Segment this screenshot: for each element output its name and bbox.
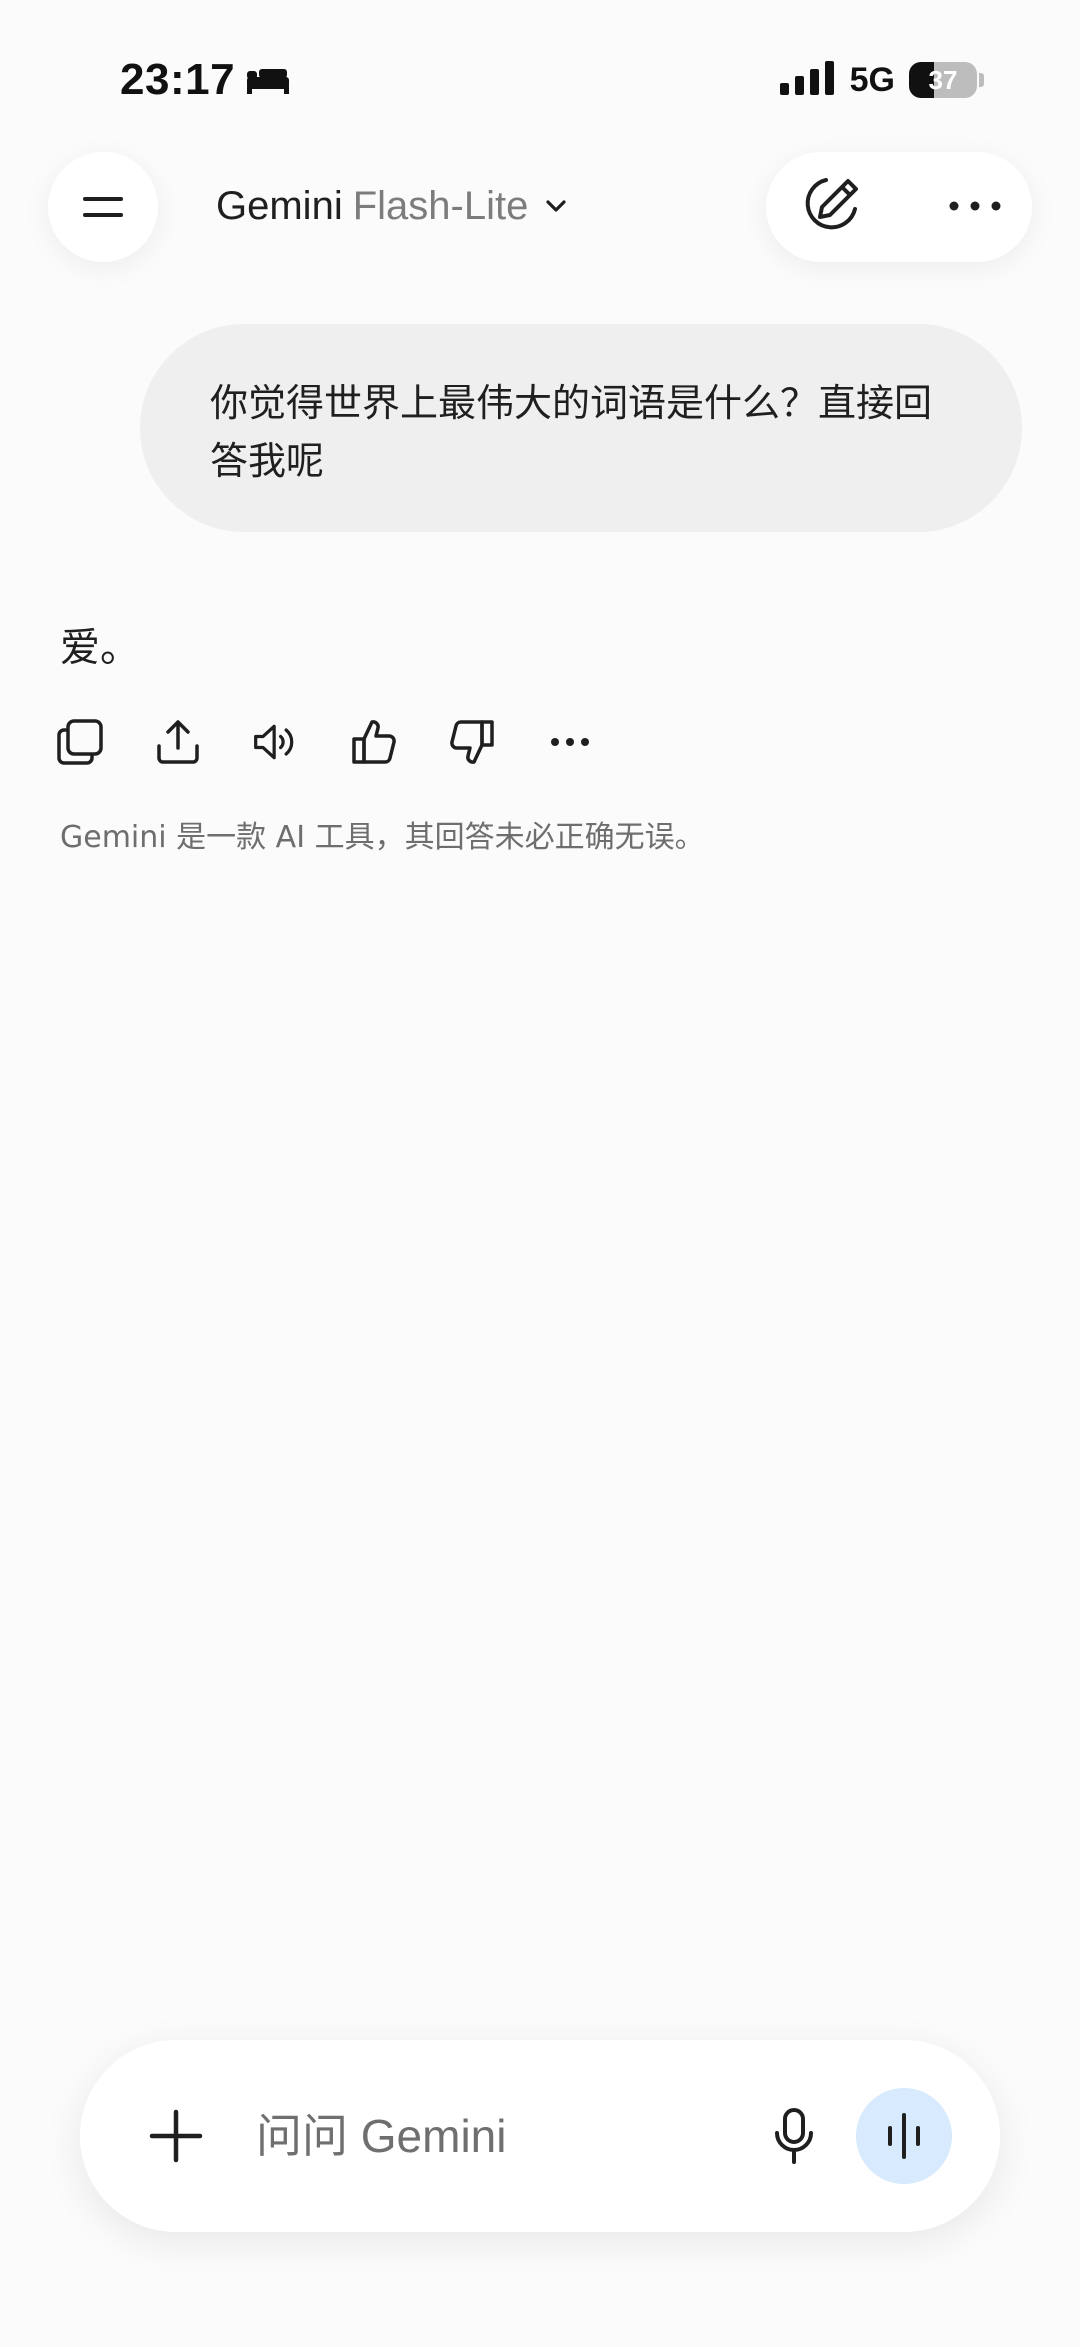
thumbs-up-button[interactable]	[350, 718, 398, 766]
chevron-down-icon	[544, 198, 568, 214]
live-voice-icon	[888, 2113, 920, 2159]
menu-icon	[83, 197, 123, 217]
more-options-icon	[551, 738, 589, 746]
microphone-icon	[775, 2108, 813, 2164]
share-button[interactable]	[154, 718, 202, 766]
more-options-button[interactable]	[948, 198, 1002, 217]
cellular-signal-icon	[779, 61, 836, 99]
model-selector[interactable]: Gemini Flash-Lite	[216, 176, 568, 236]
bed-icon	[245, 65, 291, 95]
composer	[80, 2040, 1000, 2232]
more-options-icon	[949, 201, 1001, 210]
app-name: Gemini	[216, 183, 343, 228]
read-aloud-button[interactable]	[252, 718, 300, 766]
model-name: Flash-Lite	[352, 183, 529, 228]
status-time: 23:17	[120, 52, 291, 108]
copy-icon	[57, 719, 103, 765]
new-chat-icon	[805, 178, 858, 230]
new-chat-button[interactable]	[796, 171, 864, 243]
plus-icon	[149, 2109, 203, 2163]
read-aloud-icon	[254, 724, 294, 760]
prompt-input[interactable]	[256, 2096, 756, 2176]
copy-button[interactable]	[56, 718, 104, 766]
battery-icon: 37	[909, 62, 977, 98]
microphone-button[interactable]	[760, 2102, 828, 2170]
share-icon	[157, 720, 199, 764]
menu-button[interactable]	[48, 152, 158, 262]
status-time-text: 23:17	[120, 55, 236, 104]
live-voice-button[interactable]	[856, 2088, 952, 2184]
disclaimer: Gemini 是一款 AI 工具，其回答未必正确无误。	[60, 820, 705, 855]
thumbs-down-icon	[450, 720, 494, 764]
status-indicators: 5G 37	[779, 56, 984, 104]
battery-tip	[979, 73, 984, 87]
thumbs-up-icon	[352, 720, 396, 764]
user-message: 你觉得世界上最伟大的词语是什么？直接回答我呢	[140, 324, 1022, 532]
response-actions	[56, 718, 594, 766]
header-actions	[766, 152, 1032, 262]
response-more-button[interactable]	[546, 718, 594, 766]
add-attachment-button[interactable]	[146, 2106, 206, 2166]
thumbs-down-button[interactable]	[448, 718, 496, 766]
network-type: 5G	[849, 60, 895, 99]
response-text: 爱。	[60, 625, 140, 671]
battery-percent: 37	[928, 64, 958, 95]
user-message-text: 你觉得世界上最伟大的词语是什么？直接回答我呢	[210, 381, 933, 483]
